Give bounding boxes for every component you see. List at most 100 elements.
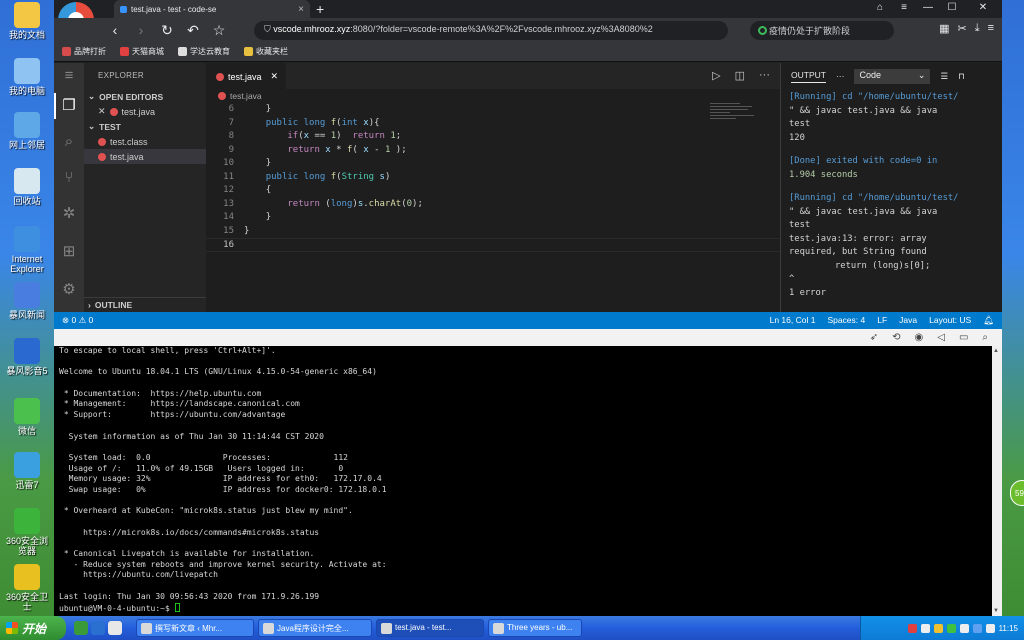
record-icon[interactable]: ◉ [915,332,924,343]
tray-icon[interactable] [907,623,917,633]
bookmark-item[interactable]: 天猫商城 [120,46,164,57]
maximize-button[interactable]: ☐ [940,0,964,18]
terminal-scrollbar[interactable]: ▲ ▼ [992,346,1002,616]
taskbar-item[interactable]: Three years - ub... [488,619,582,637]
menu-icon[interactable]: ≡ [892,0,916,18]
tray-icon[interactable] [959,623,969,633]
language-mode[interactable]: Java [899,315,917,326]
code-line[interactable]: 6 } [206,103,780,117]
reload-button[interactable]: ↻ [154,22,180,39]
new-tab-button[interactable]: + [316,1,324,17]
extensions-icon[interactable]: ⊞ [60,243,78,261]
bookmark-item[interactable]: 品牌打折 [62,46,106,57]
code-line[interactable]: 14 } [206,211,780,225]
desktop-icon[interactable]: 微信 [2,398,52,436]
more-menu-icon[interactable]: ≡ [988,22,994,35]
extensions-icon[interactable]: ✂ [957,22,966,35]
open-editors-section[interactable]: ⌄ OPEN EDITORS [84,89,206,104]
desktop-icon[interactable]: 我的电脑 [2,58,52,96]
bell-icon[interactable]: 🔔︎ [983,315,994,326]
history-icon[interactable]: ⟲ [892,332,900,343]
desktop-icon[interactable]: 暴风新闻 [2,282,52,320]
download-icon[interactable]: ⤓ [975,22,980,35]
search-box[interactable]: 疫情仍处于扩散阶段 [750,21,894,40]
more-actions-icon[interactable]: ··· [836,71,845,81]
skin-icon[interactable]: ⌂ [868,0,892,18]
clear-output-icon[interactable]: ☰ [940,71,948,82]
file-item-selected[interactable]: test.java [84,149,206,164]
address-bar[interactable]: ⛉ vscode.mhrooz.xyz:8080/?folder=vscode-… [254,21,728,40]
bookmark-item[interactable]: 学达云教育 [178,46,230,57]
settings-gear-icon[interactable]: ⚙ [60,281,78,299]
indentation[interactable]: Spaces: 4 [827,315,865,326]
code-line[interactable]: 12 { [206,184,780,198]
start-button[interactable]: 开始 [0,616,66,640]
bookmark-folder[interactable]: 收藏夹栏 [244,46,288,57]
output-content[interactable]: [Running] cd "/home/ubuntu/test/ " && jav… [781,89,1003,312]
run-icon[interactable]: ▷ [712,69,720,82]
browser-tab[interactable]: test.java - test - code-se × [114,0,310,18]
desktop-icon[interactable]: 回收站 [2,168,52,206]
scroll-down-icon[interactable]: ▼ [993,608,999,614]
code-line[interactable]: 13 return (long)s.charAt(0); [206,198,780,212]
search-icon[interactable]: ⌕ [60,133,78,151]
code-line[interactable]: 15} [206,225,780,239]
taskbar-item-active[interactable]: test.java - test... [376,619,484,637]
keyboard-layout[interactable]: Layout: US [929,315,971,326]
window-icon[interactable]: ▭ [959,332,968,343]
rocket-icon[interactable]: ➶ [870,332,878,343]
file-item[interactable]: test.class [84,134,206,149]
back-button[interactable]: ‹ [102,22,128,38]
desktop-icon[interactable]: 360安全卫士 [2,564,52,612]
apps-grid-icon[interactable]: ▦ [939,22,949,35]
line-ending[interactable]: LF [877,315,887,326]
taskbar-item[interactable]: 撰写新文章 ‹ Mhr... [136,619,254,637]
desktop-icon[interactable]: Internet Explorer [2,226,52,274]
code-line[interactable]: 7 public long f(int x){ [206,117,780,131]
outline-section[interactable]: › OUTLINE [84,297,206,312]
editor-tab[interactable]: test.java ✕ [206,63,286,89]
code-area[interactable]: 6 } 7 public long f(int x){8 if(x == 1) r… [206,103,780,252]
minimap[interactable] [710,103,770,153]
scroll-up-icon[interactable]: ▲ [993,348,999,354]
tray-icon[interactable] [920,623,930,633]
quick-launch-icon[interactable] [91,621,105,635]
breadcrumb-file[interactable]: test.java [230,91,262,101]
tray-icon[interactable] [972,623,982,633]
cursor-position[interactable]: Ln 16, Col 1 [770,315,816,326]
lock-icon[interactable]: ⊓ [958,71,965,82]
menu-icon[interactable]: ≡ [60,67,78,85]
ssh-terminal[interactable]: To escape to local shell, press 'Ctrl+Al… [54,346,992,616]
code-line[interactable]: 11 public long f(String s) [206,171,780,185]
quick-launch-icon[interactable] [74,621,88,635]
volume-icon[interactable] [985,623,995,633]
search-icon[interactable]: ⌕ [982,332,988,343]
close-window-button[interactable]: ✕ [964,0,1002,18]
problems-indicator[interactable]: ⊗ 0 ⚠ 0 [62,315,93,326]
output-channel-select[interactable]: Code ⌄ [854,68,931,84]
tray-icon[interactable] [946,623,956,633]
desktop-icon[interactable]: 网上邻居 [2,112,52,150]
output-tab[interactable]: OUTPUT [791,70,826,83]
open-editor-item[interactable]: ✕ test.java [84,104,206,119]
folder-section[interactable]: ⌄ TEST [84,119,206,134]
quick-launch-icon[interactable] [108,621,122,635]
floating-badge[interactable]: 59 [1010,480,1024,506]
close-editor-icon[interactable]: ✕ [98,106,106,117]
explorer-icon[interactable]: ❐ [54,93,78,119]
split-editor-icon[interactable]: ◫ [735,69,745,82]
code-line[interactable]: 10 } [206,157,780,171]
close-tab-icon[interactable]: ✕ [270,71,278,82]
desktop-icon[interactable]: 暴风影音5 [2,338,52,376]
tray-icon[interactable] [933,623,943,633]
sound-icon[interactable]: ◁ [937,332,945,343]
clock[interactable]: 11:15 [999,624,1018,633]
more-actions-icon[interactable]: ··· [759,69,770,82]
code-line[interactable]: 9 return x * f( x - 1 ); [206,144,780,158]
close-tab-icon[interactable]: × [298,4,304,15]
code-line[interactable]: 16 [206,238,780,252]
desktop-icon[interactable]: 360安全浏览器 [2,508,52,556]
code-line[interactable]: 8 if(x == 1) return 1; [206,130,780,144]
undo-close-button[interactable]: ↶ [180,22,206,39]
bookmark-star-icon[interactable]: ☆ [206,22,232,39]
